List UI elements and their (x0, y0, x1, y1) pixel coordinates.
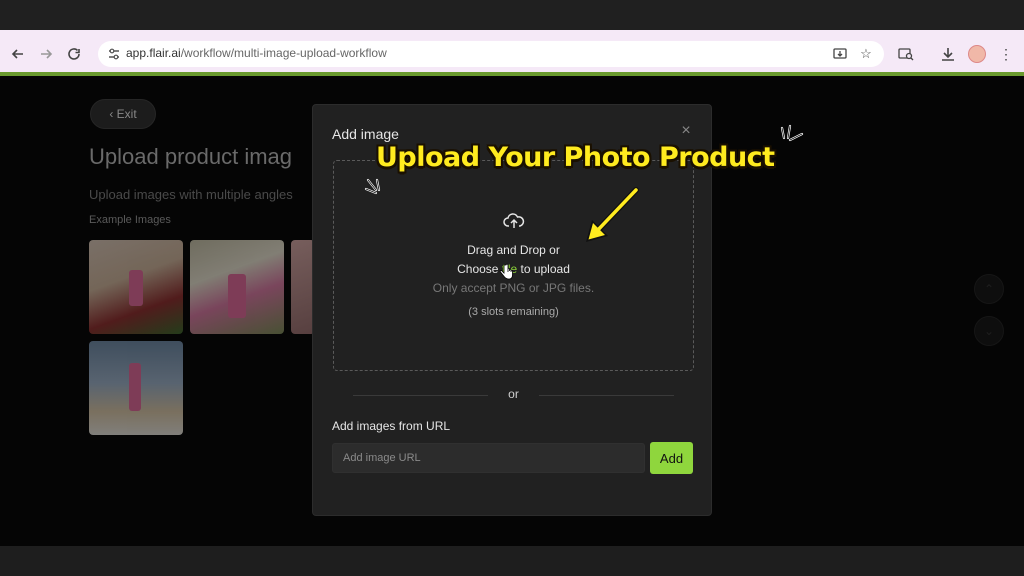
image-url-input[interactable] (332, 443, 645, 473)
close-icon[interactable]: × (678, 123, 694, 139)
forward-icon[interactable] (36, 44, 56, 64)
url-section-label: Add images from URL (332, 419, 451, 433)
address-bar[interactable]: app.flair.ai/workflow/multi-image-upload… (98, 41, 884, 67)
add-url-button[interactable]: Add (650, 442, 693, 474)
examples-label: Example Images (89, 214, 171, 226)
bottle-shape (129, 270, 143, 306)
bookmark-star-icon[interactable]: ☆ (858, 46, 874, 62)
to-upload-text: to upload (517, 262, 570, 276)
lens-icon[interactable] (896, 44, 916, 64)
scroll-up-button[interactable]: ⌃ (974, 274, 1004, 304)
exit-label: Exit (116, 107, 137, 121)
back-icon[interactable] (8, 44, 28, 64)
bottle-shape (228, 274, 246, 318)
accepted-formats-text: Only accept PNG or JPG files. (432, 281, 595, 295)
tutorial-caption: Upload Your Photo Product (376, 142, 775, 173)
more-menu-icon[interactable]: ⋮ (996, 44, 1016, 64)
sparkle-icon (364, 178, 381, 195)
bottle-shape (129, 363, 141, 411)
divider-line-right (539, 395, 674, 396)
screen: app.flair.ai/workflow/multi-image-upload… (0, 0, 1024, 576)
window-bottom-strip (0, 546, 1024, 576)
example-image-1[interactable] (89, 240, 183, 334)
sparkle-icon (780, 124, 804, 142)
profile-avatar[interactable] (968, 45, 986, 63)
exit-button[interactable]: ‹ Exit (90, 99, 156, 129)
hand-cursor-icon (499, 263, 513, 281)
browser-toolbar: app.flair.ai/workflow/multi-image-upload… (0, 36, 1024, 72)
example-image-4[interactable] (89, 341, 183, 435)
window-top-strip (0, 0, 1024, 30)
site-info-icon[interactable] (106, 46, 122, 62)
scroll-down-button[interactable]: ⌄ (974, 316, 1004, 346)
reload-icon[interactable] (64, 44, 84, 64)
chevron-left-icon: ‹ (109, 107, 114, 121)
or-divider: or (333, 387, 694, 403)
cloud-upload-icon (503, 212, 525, 230)
choose-file-line: Choose file to upload (334, 262, 693, 276)
url-host: app.flair.ai (126, 46, 181, 60)
example-image-2[interactable] (190, 240, 284, 334)
download-icon[interactable] (938, 44, 958, 64)
slots-remaining-text: (3 slots remaining) (468, 306, 559, 318)
install-app-icon[interactable] (832, 46, 848, 62)
url-text: app.flair.ai/workflow/multi-image-upload… (126, 46, 387, 60)
or-text: or (508, 387, 519, 401)
modal-title: Add image (332, 126, 399, 142)
page-subtitle: Upload images with multiple angles (89, 187, 293, 202)
choose-text: Choose (457, 262, 502, 276)
page-title: Upload product imag (89, 144, 293, 169)
url-path: /workflow/multi-image-upload-workflow (180, 46, 387, 60)
pointer-arrow-icon (586, 187, 639, 242)
